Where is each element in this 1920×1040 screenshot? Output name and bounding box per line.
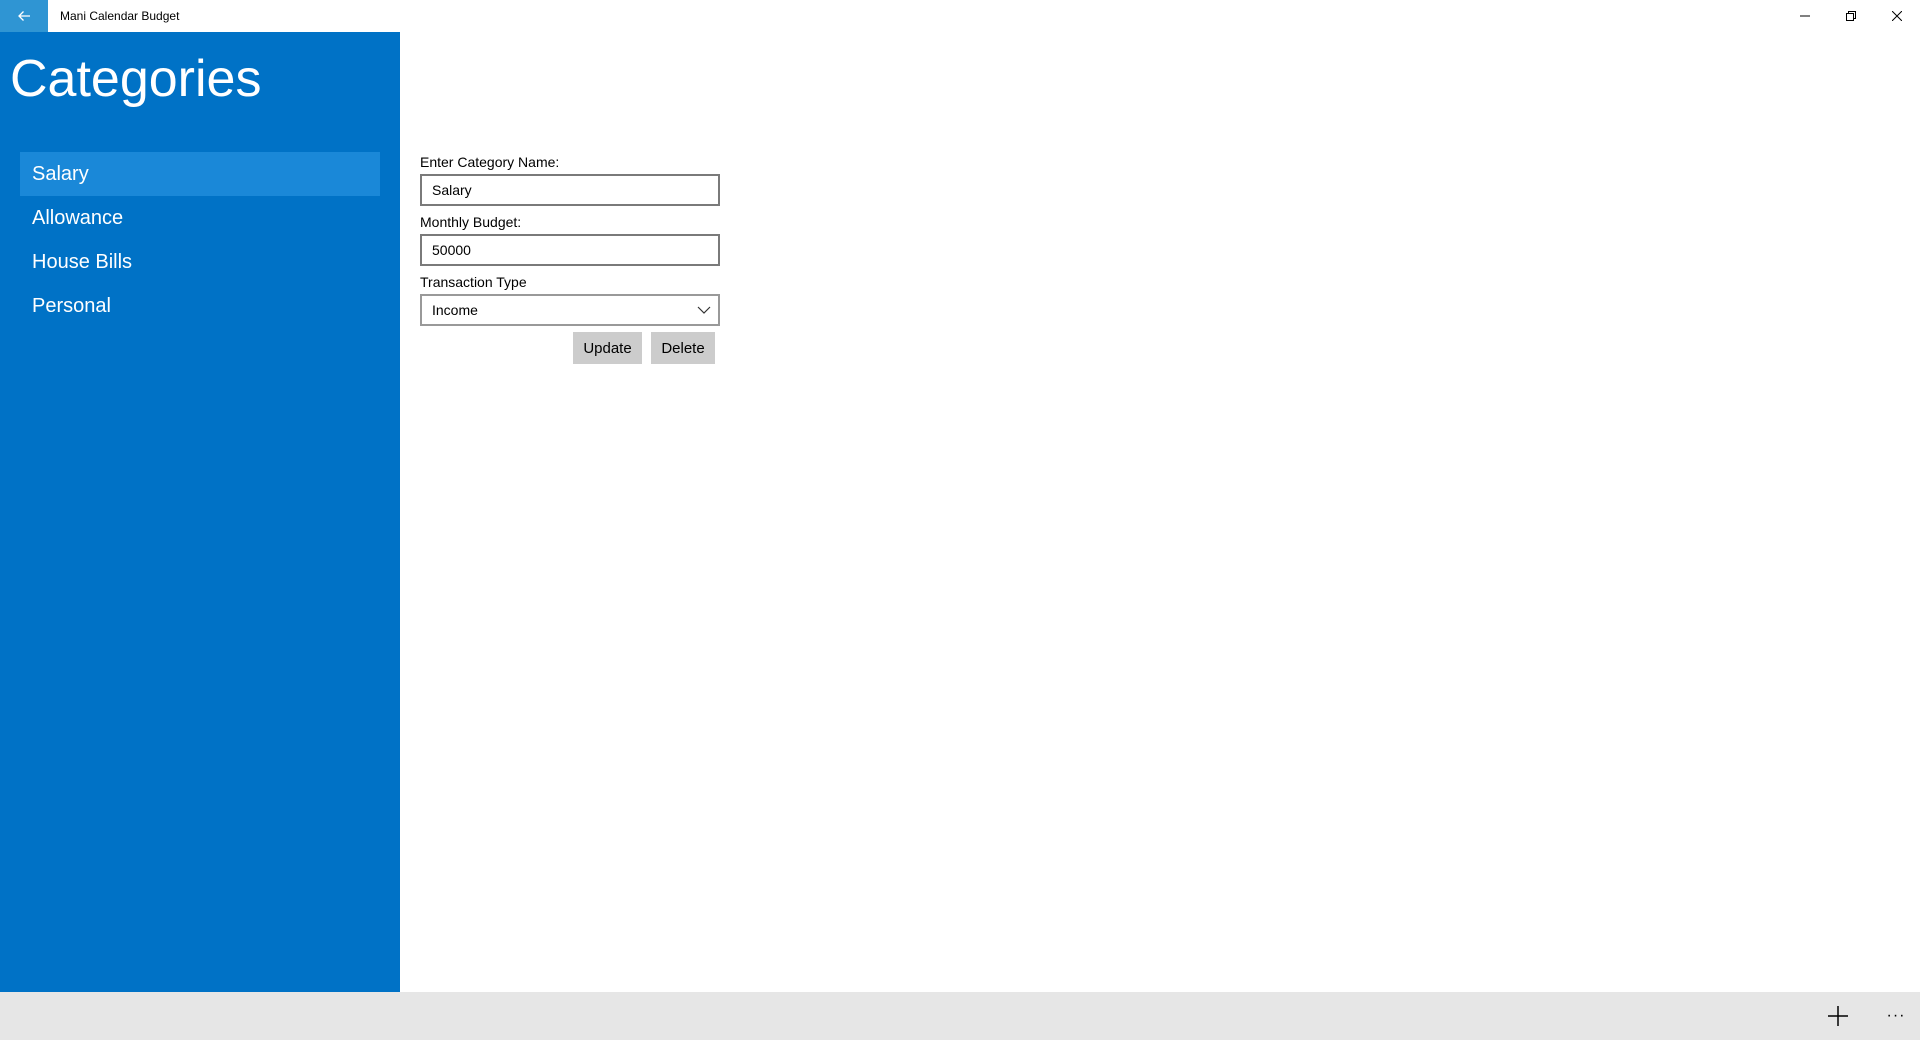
categories-sidebar: Categories Salary Allowance House Bills … (0, 32, 400, 992)
transaction-type-value: Income (432, 302, 478, 318)
category-name-input[interactable] (420, 174, 720, 206)
minimize-button[interactable] (1782, 0, 1828, 32)
transaction-type-select[interactable]: Income (420, 294, 720, 326)
page-title: Categories (10, 50, 262, 108)
transaction-type-label: Transaction Type (420, 274, 527, 290)
category-name-label: Enter Category Name: (420, 154, 560, 170)
update-button[interactable]: Update (573, 332, 642, 364)
back-button[interactable] (0, 0, 48, 32)
category-item-salary[interactable]: Salary (20, 152, 380, 196)
category-item-personal[interactable]: Personal (20, 284, 380, 328)
category-list: Salary Allowance House Bills Personal (20, 152, 380, 328)
close-button[interactable] (1874, 0, 1920, 32)
add-category-button[interactable] (1814, 992, 1862, 1040)
monthly-budget-label: Monthly Budget: (420, 214, 522, 230)
category-form: Enter Category Name: Monthly Budget: Tra… (420, 152, 720, 366)
more-icon: ··· (1886, 1007, 1906, 1024)
close-icon (1892, 11, 1902, 21)
delete-button[interactable]: Delete (651, 332, 715, 364)
bottom-app-bar: ··· (0, 992, 1920, 1040)
title-bar: Mani Calendar Budget (0, 0, 1920, 32)
category-item-house-bills[interactable]: House Bills (20, 240, 380, 284)
app-title: Mani Calendar Budget (60, 9, 180, 23)
restore-button[interactable] (1828, 0, 1874, 32)
form-actions: Update Delete (420, 332, 720, 366)
plus-icon (1828, 1006, 1848, 1026)
restore-icon (1846, 11, 1856, 21)
monthly-budget-input[interactable] (420, 234, 720, 266)
chevron-down-icon (697, 306, 711, 314)
more-options-button[interactable]: ··· (1872, 992, 1920, 1040)
back-arrow-icon (18, 11, 30, 21)
category-item-allowance[interactable]: Allowance (20, 196, 380, 240)
minimize-icon (1800, 15, 1810, 17)
